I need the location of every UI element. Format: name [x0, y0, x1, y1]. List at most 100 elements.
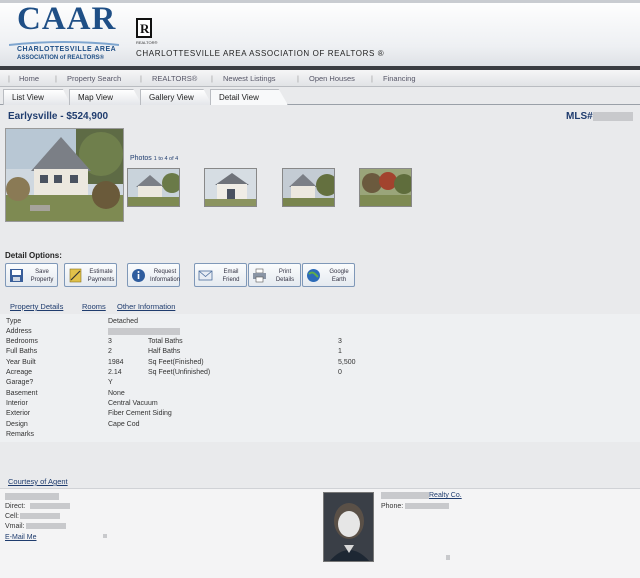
basement-label: Basement — [6, 390, 38, 397]
print-icon — [253, 268, 266, 283]
tab-gallery-view[interactable]: Gallery View — [140, 89, 212, 105]
tab-map-view[interactable]: Map View — [69, 89, 142, 105]
total-baths-label: Total Baths — [148, 338, 183, 345]
house-photo-image — [6, 129, 123, 221]
basement-value: None — [108, 390, 125, 397]
redaction-mark — [446, 555, 450, 560]
tab-property-details[interactable]: Property Details — [10, 302, 63, 311]
photos-count: Photos 1 to 4 of 4 — [130, 155, 178, 162]
year-built-value: 1984 — [108, 359, 124, 366]
thumbnail-image — [128, 169, 179, 206]
photo-thumbnail[interactable] — [282, 168, 335, 207]
full-baths-label: Full Baths — [6, 348, 38, 355]
courtesy-of-agent-link[interactable]: Courtesy of Agent — [8, 477, 68, 486]
photo-thumbnail[interactable] — [359, 168, 412, 207]
mls-number-redacted — [593, 112, 633, 121]
logo-text: CAAR — [17, 1, 117, 37]
office-name-link[interactable]: Realty Co. — [429, 492, 462, 499]
info-icon — [132, 269, 145, 282]
estimate-payments-label: Estimate Payments — [87, 269, 115, 283]
realtor-mark-caption: REALTOR® — [136, 40, 158, 45]
exterior-label: Exterior — [6, 410, 31, 417]
agent-info-panel — [0, 488, 640, 578]
print-details-button[interactable]: Print Details — [248, 263, 301, 287]
cell-label: Cell: — [5, 513, 20, 520]
estimate-payments-button[interactable]: Estimate Payments — [64, 263, 117, 287]
logo-line-2: ASSOCIATION of REALTORS® — [17, 55, 105, 61]
mls-label: MLS# — [566, 111, 593, 122]
thumbnail-image — [283, 169, 334, 206]
exterior-value: Fiber Cement Siding — [108, 410, 172, 417]
view-tabs: List View Map View Gallery View Detail V… — [0, 88, 640, 105]
main-listing-photo[interactable] — [5, 128, 124, 222]
interior-label: Interior — [6, 400, 28, 407]
remarks-label: Remarks — [6, 431, 35, 438]
request-information-label: Request Information — [149, 269, 180, 283]
email-friend-label: Email Friend — [222, 269, 240, 283]
tab-list-view[interactable]: List View — [3, 89, 71, 105]
agent-photo — [323, 492, 374, 562]
email-me-link[interactable]: E-Mail Me — [5, 534, 37, 541]
design-label: Design — [6, 421, 28, 428]
acreage-label: Acreage — [6, 369, 33, 376]
agent-portrait-image — [324, 493, 373, 561]
garage-value: Y — [108, 379, 113, 386]
site-header: CAAR CHARLOTTESVILLE AREA ASSOCIATION of… — [0, 0, 640, 66]
nav-realtors[interactable]: REALTORS® — [152, 74, 197, 83]
print-details-label: Print Details — [275, 269, 295, 283]
office-name-redacted — [381, 492, 429, 499]
full-baths-value: 2 — [108, 348, 112, 355]
property-details-table — [0, 314, 640, 442]
interior-value: Central Vacuum — [108, 400, 158, 407]
nav-open-houses[interactable]: Open Houses — [309, 74, 355, 83]
tab-rooms[interactable]: Rooms — [82, 302, 106, 311]
realtor-logo-icon: R — [136, 18, 152, 38]
sqft-unfinished-label: Sq Feet(Unfinished) — [148, 369, 211, 376]
type-value: Detached — [108, 318, 138, 325]
thumbnail-image — [360, 169, 411, 206]
sqft-finished-value: 5,500 — [338, 359, 356, 366]
bedrooms-label: Bedrooms — [6, 338, 38, 345]
total-baths-value: 3 — [338, 338, 342, 345]
office-phone-label: Phone: — [381, 503, 404, 510]
globe-icon — [307, 269, 320, 282]
address-label: Address — [6, 328, 32, 335]
nav-separator: | — [371, 74, 373, 83]
request-information-button[interactable]: Request Information — [127, 263, 180, 287]
calculator-icon — [69, 268, 82, 283]
listing-title: Earlysville - $524,900 — [8, 111, 109, 122]
agent-name-redacted — [5, 493, 59, 500]
nav-property-search[interactable]: Property Search — [67, 74, 121, 83]
direct-label: Direct: — [5, 503, 26, 510]
direct-phone-redacted — [30, 503, 70, 509]
nav-separator: | — [8, 74, 10, 83]
nav-separator: | — [55, 74, 57, 83]
address-redacted — [108, 328, 180, 335]
photo-thumbnail[interactable] — [127, 168, 180, 207]
vmail-redacted — [26, 523, 66, 529]
year-built-label: Year Built — [6, 359, 36, 366]
cell-phone-redacted — [20, 513, 60, 519]
nav-separator: | — [297, 74, 299, 83]
email-friend-button[interactable]: Email Friend — [194, 263, 247, 287]
nav-home[interactable]: Home — [19, 74, 39, 83]
nav-financing[interactable]: Financing — [383, 74, 416, 83]
nav-newest-listings[interactable]: Newest Listings — [223, 74, 276, 83]
design-value: Cape Cod — [108, 421, 140, 428]
google-earth-label: Google Earth — [329, 269, 349, 283]
google-earth-button[interactable]: Google Earth — [302, 263, 355, 287]
photos-range: 1 to 4 of 4 — [153, 156, 179, 162]
half-baths-label: Half Baths — [148, 348, 181, 355]
photo-thumbnail[interactable] — [204, 168, 257, 207]
logo-line-1: CHARLOTTESVILLE AREA — [17, 46, 117, 53]
caar-logo[interactable]: CAAR CHARLOTTESVILLE AREA ASSOCIATION of… — [9, 1, 119, 63]
save-property-button[interactable]: Save Property — [5, 263, 58, 287]
save-property-label: Save Property — [30, 269, 54, 283]
tab-other-information[interactable]: Other Information — [117, 302, 175, 311]
type-label: Type — [6, 318, 22, 325]
save-icon — [10, 269, 23, 282]
tab-detail-view[interactable]: Detail View — [210, 89, 288, 105]
half-baths-value: 1 — [338, 348, 342, 355]
garage-label: Garage? — [6, 379, 34, 386]
main-nav: | Home | Property Search | REALTORS® | N… — [0, 70, 640, 87]
